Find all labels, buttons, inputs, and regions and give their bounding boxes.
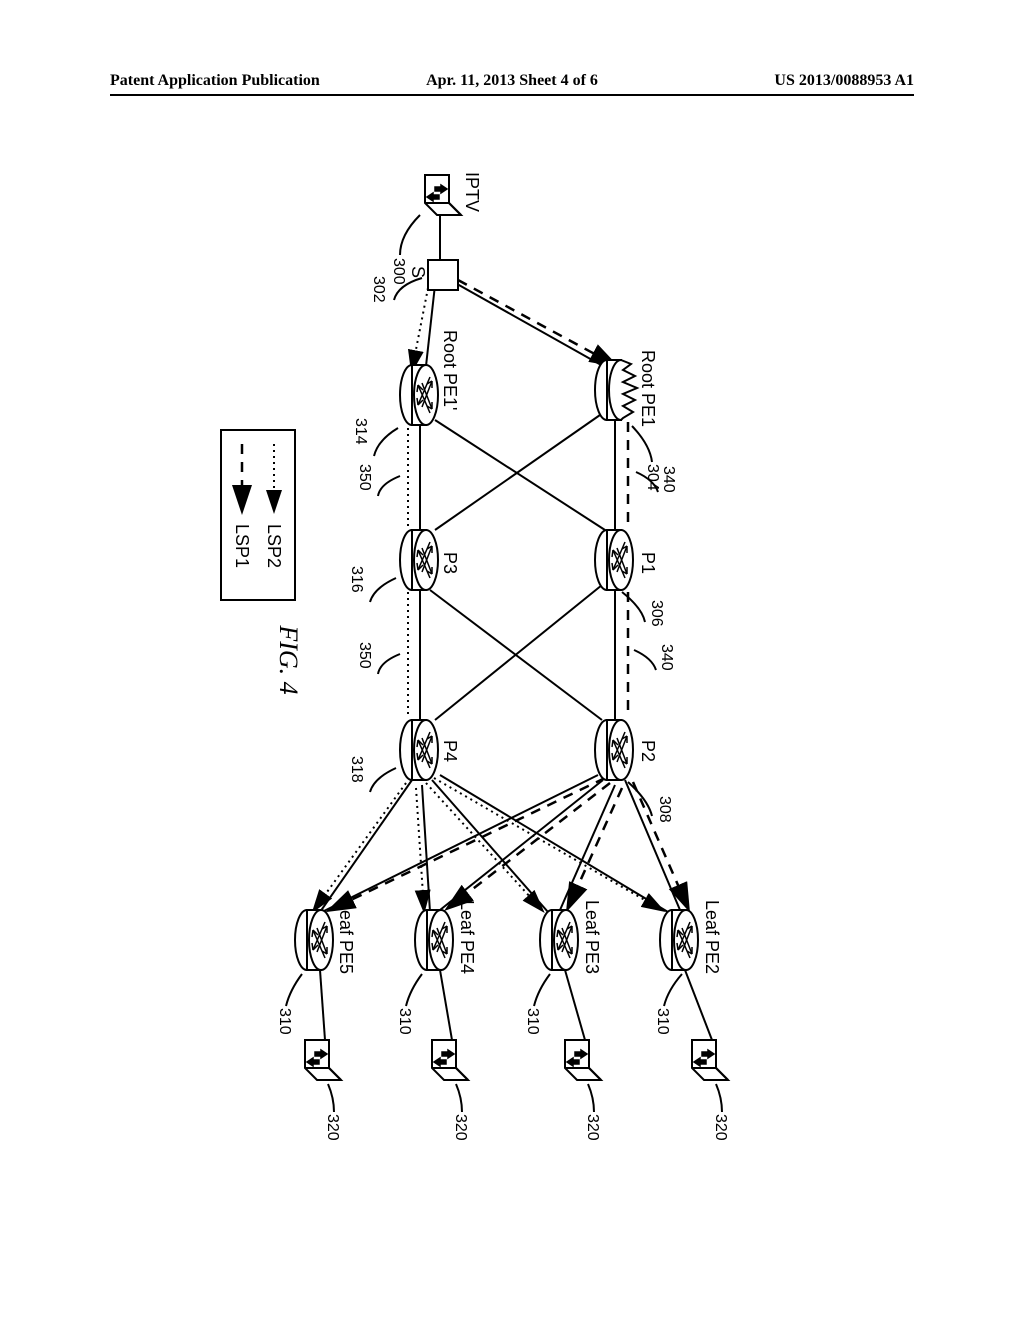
iptv-label: IPTV <box>462 172 482 212</box>
iptv-host-icon <box>425 175 461 215</box>
leaf-pe2-icon <box>660 910 698 970</box>
leaf-pe5-label: Leaf PE5 <box>336 900 356 974</box>
ref-310c: 310 <box>396 1008 413 1035</box>
header-middle: Apr. 11, 2013 Sheet 4 of 6 <box>426 72 598 90</box>
figure-caption: FIG. 4 <box>274 624 303 694</box>
p1-label: P1 <box>638 552 658 574</box>
leaf-pe2-label: Leaf PE2 <box>702 900 722 974</box>
leaf-pe3-label: Leaf PE3 <box>582 900 602 974</box>
p4-label: P4 <box>440 740 460 762</box>
ref-316: 316 <box>348 566 365 593</box>
leaf-pe4-icon <box>415 910 453 970</box>
ref-300: 300 <box>390 258 407 285</box>
p1-icon <box>595 530 633 590</box>
p4-icon <box>400 720 438 780</box>
ref-310d: 310 <box>276 1008 293 1035</box>
ref-302: 302 <box>370 276 387 303</box>
ref-318: 318 <box>348 756 365 783</box>
stb5-icon <box>305 1040 341 1080</box>
legend-lsp2: LSP2 <box>264 524 284 568</box>
root-pe1p-icon <box>400 365 438 425</box>
ref-340a: 340 <box>660 466 677 493</box>
ref-320a: 320 <box>712 1114 729 1141</box>
leaf-pe4-label: Leaf PE4 <box>457 900 477 974</box>
switch-icon <box>428 260 458 290</box>
figure-svg: IPTV S Root PE1 Root PE1' P1 P2 P3 P4 Le… <box>140 160 840 1160</box>
p2-label: P2 <box>638 740 658 762</box>
root-pe1-icon <box>595 360 637 420</box>
ref-320d: 320 <box>324 1114 341 1141</box>
header-left: Patent Application Publication <box>110 72 320 90</box>
ref-callouts: 300 302 304 306 308 314 316 318 310 310 … <box>276 215 729 1141</box>
ref-320c: 320 <box>452 1114 469 1141</box>
ref-314: 314 <box>352 418 369 445</box>
p3-icon <box>400 530 438 590</box>
p3-label: P3 <box>440 552 460 574</box>
figure-4: IPTV S Root PE1 Root PE1' P1 P2 P3 P4 Le… <box>0 160 840 860</box>
ref-306: 306 <box>648 600 665 627</box>
page-header: Patent Application Publication Apr. 11, … <box>110 72 914 96</box>
ref-320b: 320 <box>584 1114 601 1141</box>
header-right: US 2013/0088953 A1 <box>774 72 914 90</box>
ref-340b: 340 <box>658 644 675 671</box>
p2-icon <box>595 720 633 780</box>
stb2-icon <box>692 1040 728 1080</box>
root-pe1-label: Root PE1 <box>638 350 658 427</box>
switch-label: S <box>408 266 428 278</box>
stb4-icon <box>432 1040 468 1080</box>
root-pe1p-label: Root PE1' <box>440 330 460 410</box>
stb3-icon <box>565 1040 601 1080</box>
ref-308: 308 <box>656 796 673 823</box>
ref-350a: 350 <box>356 464 373 491</box>
ref-350b: 350 <box>356 642 373 669</box>
leaf-pe3-icon <box>540 910 578 970</box>
ref-310a: 310 <box>654 1008 671 1035</box>
ref-310b: 310 <box>524 1008 541 1035</box>
links-physical <box>320 215 712 1040</box>
legend-lsp1: LSP1 <box>232 524 252 568</box>
legend: LSP2 LSP1 <box>221 430 295 600</box>
leaf-pe5-icon <box>295 910 333 970</box>
